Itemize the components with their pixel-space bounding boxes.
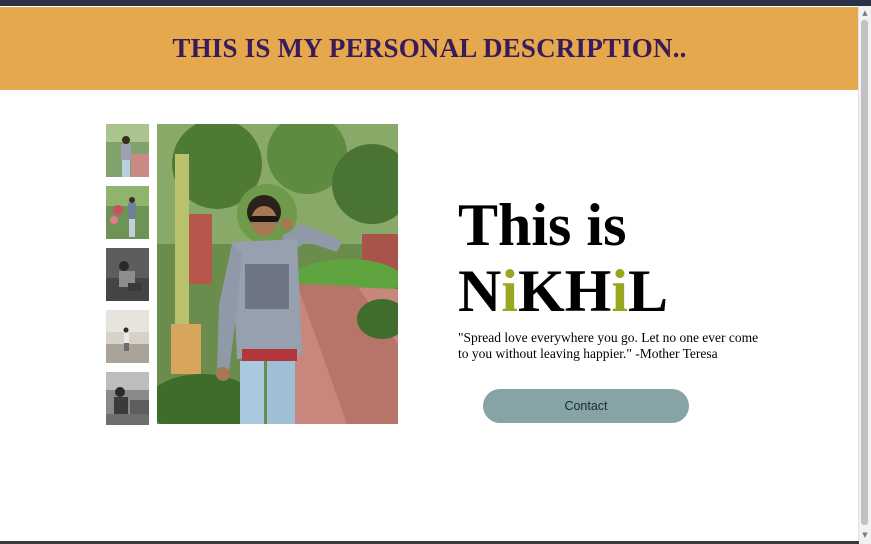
gallery-thumbnail[interactable]: [106, 124, 149, 177]
name-letter-accent: i: [611, 258, 629, 324]
photo-thumbnail-1: [106, 124, 149, 177]
quote-text: "Spread love everywhere you go. Let no o…: [458, 330, 759, 361]
person-photo: [157, 124, 398, 424]
intro-section: This is NiKHiL "Spread love everywhere y…: [458, 192, 788, 362]
thumbnail-strip: [106, 124, 149, 434]
name-letter-accent: i: [501, 258, 519, 324]
intro-heading: This is: [458, 192, 627, 258]
gallery-thumbnail[interactable]: [106, 372, 149, 425]
photo-thumbnail-3: [106, 248, 149, 301]
contact-button[interactable]: Contact: [483, 389, 689, 423]
gallery-thumbnail[interactable]: [106, 248, 149, 301]
page-header: THIS IS MY PERSONAL DESCRIPTION..: [0, 7, 859, 90]
gallery-thumbnail[interactable]: [106, 310, 149, 363]
page-title: THIS IS MY PERSONAL DESCRIPTION..: [172, 33, 687, 63]
scroll-down-arrow-icon[interactable]: ▼: [861, 530, 869, 540]
name-letter: KH: [518, 258, 612, 324]
name-letter: L: [628, 258, 669, 324]
gallery-thumbnail[interactable]: [106, 186, 149, 239]
photo-thumbnail-2: [106, 186, 149, 239]
name-letter: N: [458, 258, 502, 324]
scrollbar-thumb[interactable]: [861, 20, 868, 525]
name-heading: NiKHiL: [458, 258, 788, 324]
main-profile-photo: [157, 124, 398, 424]
vertical-scrollbar[interactable]: ▲ ▼: [858, 6, 871, 544]
photo-thumbnail-4: [106, 310, 149, 363]
window-top-edge: [0, 0, 871, 6]
photo-thumbnail-5: [106, 372, 149, 425]
scroll-up-arrow-icon[interactable]: ▲: [861, 8, 869, 18]
